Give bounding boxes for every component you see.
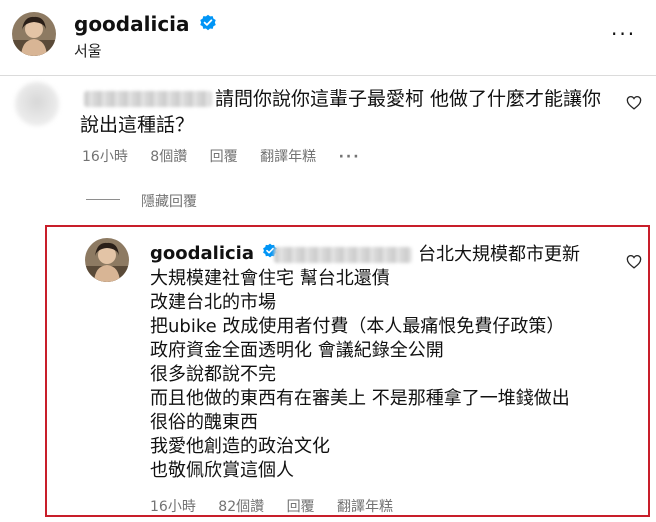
hide-replies-line: [86, 199, 120, 200]
comment-meta-row: 16小時 8個讚 回覆 翻譯年糕 ···: [82, 146, 379, 166]
comment-text-line2: 說出這種話？: [80, 114, 195, 136]
mentioned-username-blurred[interactable]: [274, 247, 412, 263]
reply-translate-button[interactable]: 翻譯年糕: [337, 499, 393, 515]
header-location[interactable]: 서울: [74, 40, 102, 61]
commenter-avatar-blurred[interactable]: [15, 82, 59, 126]
reply-line-7: 而且他做的東西有在審美上 不是那種拿了一堆錢做出: [150, 388, 570, 409]
reply-line-6: 很多說都說不完: [150, 364, 276, 385]
reply-avatar[interactable]: [85, 238, 129, 282]
comment-text-line1: 請問你說你這輩子最愛柯 他做了什麼才能讓你: [215, 88, 602, 110]
reply-line-10: 也敬佩欣賞這個人: [150, 460, 294, 481]
like-reply-heart-icon[interactable]: [626, 254, 642, 269]
reply-line-1: 台北大規模都市更新: [418, 244, 580, 265]
like-comment-heart-icon[interactable]: [626, 95, 642, 110]
header-username[interactable]: goodalicia: [74, 12, 190, 36]
reply-reply-button[interactable]: 回覆: [287, 499, 315, 515]
reply-line-8: 很俗的醜東西: [150, 412, 258, 433]
verified-badge-icon: [199, 14, 217, 36]
reply-meta-row: 16小時 82個讚 回覆 翻譯年糕: [150, 496, 411, 516]
reply-line-2: 大規模建社會住宅 幫台北還債: [150, 268, 390, 289]
reply-likes-count[interactable]: 82個讚: [218, 499, 264, 515]
comment-time[interactable]: 16小時: [82, 149, 128, 165]
commenter-username-blurred[interactable]: [84, 91, 212, 107]
reply-line-4: 把ubike 改成使用者付費（本人最痛恨免費仔政策）: [150, 316, 565, 337]
reply-line-5: 政府資金全面透明化 會議紀錄全公開: [150, 340, 444, 361]
profile-avatar[interactable]: [12, 12, 56, 56]
reply-time[interactable]: 16小時: [150, 499, 196, 515]
reply-line-3: 改建台北的市場: [150, 292, 276, 313]
avatar-photo: [12, 12, 56, 56]
comment-translate-button[interactable]: 翻譯年糕: [260, 149, 316, 165]
reply-username[interactable]: goodalicia: [150, 243, 254, 264]
reply-avatar-photo: [85, 238, 129, 282]
more-options-icon[interactable]: ···: [611, 22, 636, 46]
reply-line-9: 我愛他創造的政治文化: [150, 436, 330, 457]
comment-likes-count[interactable]: 8個讚: [150, 149, 187, 165]
header-divider: [0, 75, 656, 76]
comment-reply-button[interactable]: 回覆: [210, 149, 238, 165]
comment-more-icon[interactable]: ···: [339, 149, 361, 165]
hide-replies-button[interactable]: 隱藏回覆: [141, 191, 197, 211]
